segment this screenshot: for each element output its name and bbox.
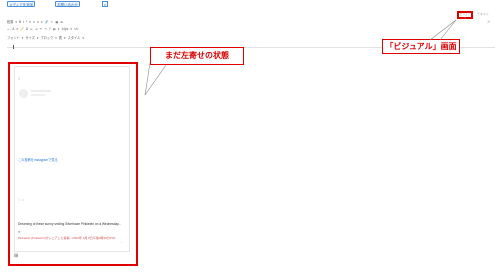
toolbar-row2-item-6[interactable]: ⇥ [35,27,38,31]
toolbar-row3-item-1[interactable]: ▾ [22,36,24,40]
toolbar-row2-item-3[interactable]: 🧹 [20,27,24,31]
toolbar-row1-item-3[interactable]: I [23,20,24,24]
toolbar-row2-item-9[interactable]: ? [49,27,51,31]
toolbar-row-2: — A ▾ 🧹 Ω ⇤ ⇥ ↶ ↷? ▤ ▾ 14px ▾ </> [7,27,81,33]
toolbar-row2-item-11[interactable]: ▾ [58,27,60,31]
toolbar-row2-item-2[interactable]: ▾ [16,27,18,31]
toolbar-row2-item-1[interactable]: A [12,27,14,31]
add-media-button[interactable]: メディアを追加 [7,1,36,7]
toolbar-row3-item-8[interactable]: スタイル [68,35,81,40]
toolbar-row3-item-6[interactable]: 表 [59,35,62,40]
toolbar-row2-item-8[interactable]: ↷ [44,27,47,31]
toolbar-row1-item-0[interactable]: 段落 [7,19,13,24]
toolbar-row1-item-11[interactable]: ▦ [55,20,58,24]
left-aligned-highlight [8,62,138,266]
toolbar-row3-item-3[interactable]: ▾ [37,36,39,40]
toolbar-row2-item-13[interactable]: ▾ [70,27,72,31]
toolbar-row2-item-4[interactable]: Ω [26,27,28,31]
toolbar-row3-item-5[interactable]: ▾ [55,36,57,40]
block-icon[interactable]: ⊞ [14,253,18,259]
toolbar-row3-item-2[interactable]: サイズ [25,35,34,40]
toolbar-row2-item-7[interactable]: ↶ [40,27,43,31]
toolbar-row-1: 段落 ▾ B Iᵟ ≡ ≡ ≡ ≡ 🔗 ✂ ▦ ⊞ [7,19,65,25]
toolbar-row2-item-14[interactable]: </> [74,27,79,31]
toolbar-row1-item-2[interactable]: B [19,20,21,24]
right-annotation: 「ビジュアル」画面 [382,39,460,54]
toolbar-row1-item-10[interactable]: ✂ [51,20,54,24]
editor-topbar: メディアを追加 お問い合わせ x [0,0,500,8]
tab-text[interactable]: テキスト [477,12,489,16]
toolbar-row3-item-7[interactable]: ▾ [64,36,66,40]
toolbar-row1-item-8[interactable]: ≡ [41,20,43,24]
toolbar-row2-item-5[interactable]: ⇤ [30,27,33,31]
add-form-button[interactable]: お問い合わせ [55,1,80,7]
toolbar-row1-item-5[interactable]: ≡ [29,20,31,24]
toolbar-row2-item-12[interactable]: 14px [61,27,68,31]
close-icon[interactable]: x [102,1,108,7]
left-pointer-line [144,62,167,96]
toolbar-row-3: フォント ▾ サイズ ▾ ブロック ▾ 表 ▾ スタイル ▾ [7,35,86,41]
toolbar-row1-item-9[interactable]: 🔗 [45,20,49,24]
toolbar-row3-item-0[interactable]: フォント [7,35,20,40]
toolbar-row1-item-4[interactable]: ᵟ [26,20,27,24]
toolbar-row3-item-4[interactable]: ブロック [40,35,53,40]
left-annotation: まだ左寄せの状態 [150,47,244,65]
toolbar-row3-item-9[interactable]: ▾ [82,36,84,40]
toolbar-row2-item-10[interactable]: ▤ [53,27,56,31]
toolbar-row2-item-0[interactable]: — [7,27,10,31]
text-cursor [13,45,14,49]
toolbar-row1-item-7[interactable]: ≡ [37,20,39,24]
toolbar-row1-item-12[interactable]: ⊞ [60,20,63,24]
toolbar-row1-item-6[interactable]: ≡ [33,20,35,24]
toolbar-row1-item-1[interactable]: ▾ [15,20,17,24]
